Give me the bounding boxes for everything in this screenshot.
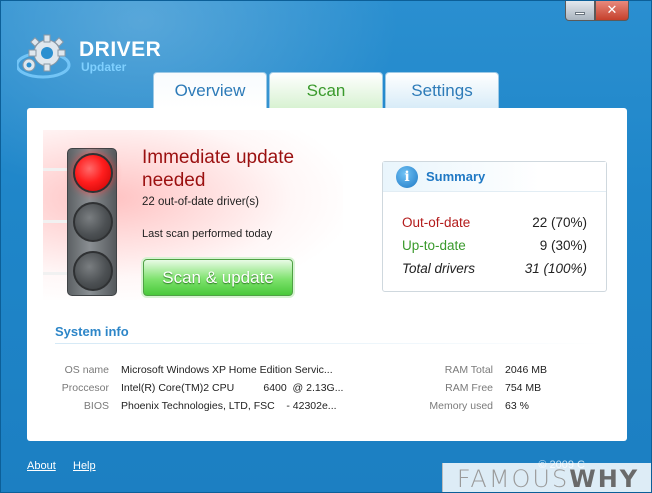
overview-panel: Immediate update needed 22 out-of-date d… [27, 108, 627, 441]
summary-label: Up-to-date [402, 238, 466, 253]
status-title: Immediate update needed [142, 147, 295, 191]
app-window: ✕ DRIVER Updater Overview Scan Settings [0, 0, 652, 493]
watermark-logo: FAMOUS WHY [442, 463, 651, 493]
minimize-icon [575, 12, 585, 15]
os-label: OS name [64, 364, 109, 376]
summary-label: Total drivers [402, 261, 476, 276]
logo-title: DRIVER [79, 38, 162, 61]
app-logo [17, 31, 75, 83]
ram-total-label: RAM Total [444, 364, 493, 376]
help-link[interactable]: Help [73, 460, 96, 472]
summary-box: i Summary Out-of-date 22 (70%) Up-to-dat… [382, 161, 607, 292]
memory-used-value: 63 % [505, 400, 529, 412]
close-icon: ✕ [606, 3, 618, 18]
yellow-light-icon [73, 202, 113, 242]
summary-row-uptodate: Up-to-date 9 (30%) [402, 238, 587, 253]
summary-row-outdated: Out-of-date 22 (70%) [402, 215, 587, 230]
system-info-title: System info [55, 324, 129, 339]
ram-free-value: 754 MB [505, 382, 542, 394]
memory-used-label: Memory used [429, 400, 493, 412]
watermark-part1: FAMOUS [456, 464, 570, 493]
divider [55, 343, 605, 344]
summary-value: 22 (70%) [532, 215, 587, 230]
scan-update-button[interactable]: Scan & update [143, 259, 293, 296]
tab-scan[interactable]: Scan [269, 72, 383, 108]
tab-overview[interactable]: Overview [153, 72, 267, 109]
window-controls: ✕ [565, 1, 629, 21]
ram-total-value: 2046 MB [505, 364, 548, 376]
processor-label: Proccesor [61, 382, 109, 394]
info-icon: i [396, 165, 418, 188]
red-light-icon [73, 153, 113, 193]
close-button[interactable]: ✕ [595, 1, 629, 21]
os-value: Microsoft Windows XP Home Edition Servic… [121, 364, 333, 376]
tab-settings[interactable]: Settings [385, 72, 499, 108]
summary-row-total: Total drivers 31 (100%) [402, 261, 587, 276]
processor-value: Intel(R) Core(TM)2 CPU 6400 @ 2.13G... [121, 382, 344, 394]
summary-value: 9 (30%) [539, 238, 587, 253]
green-light-icon [73, 251, 113, 291]
gear-logo-icon [17, 34, 71, 79]
last-scan-text: Last scan performed today [142, 228, 273, 240]
minimize-button[interactable] [565, 1, 595, 21]
watermark-part2: WHY [569, 464, 640, 493]
summary-label: Out-of-date [402, 215, 471, 230]
outdated-count: 22 out-of-date driver(s) [142, 196, 259, 208]
about-link[interactable]: About [27, 460, 56, 472]
summary-header: i Summary [383, 162, 606, 192]
summary-title: Summary [426, 169, 486, 184]
traffic-light-icon [67, 148, 117, 296]
ram-free-label: RAM Free [445, 382, 493, 394]
tab-bar: Overview Scan Settings [153, 72, 499, 109]
logo-subtitle: Updater [81, 60, 127, 74]
summary-value: 31 (100%) [524, 261, 587, 276]
bios-label: BIOS [83, 400, 109, 412]
bios-value: Phoenix Technologies, LTD, FSC - 42302e.… [121, 400, 337, 412]
